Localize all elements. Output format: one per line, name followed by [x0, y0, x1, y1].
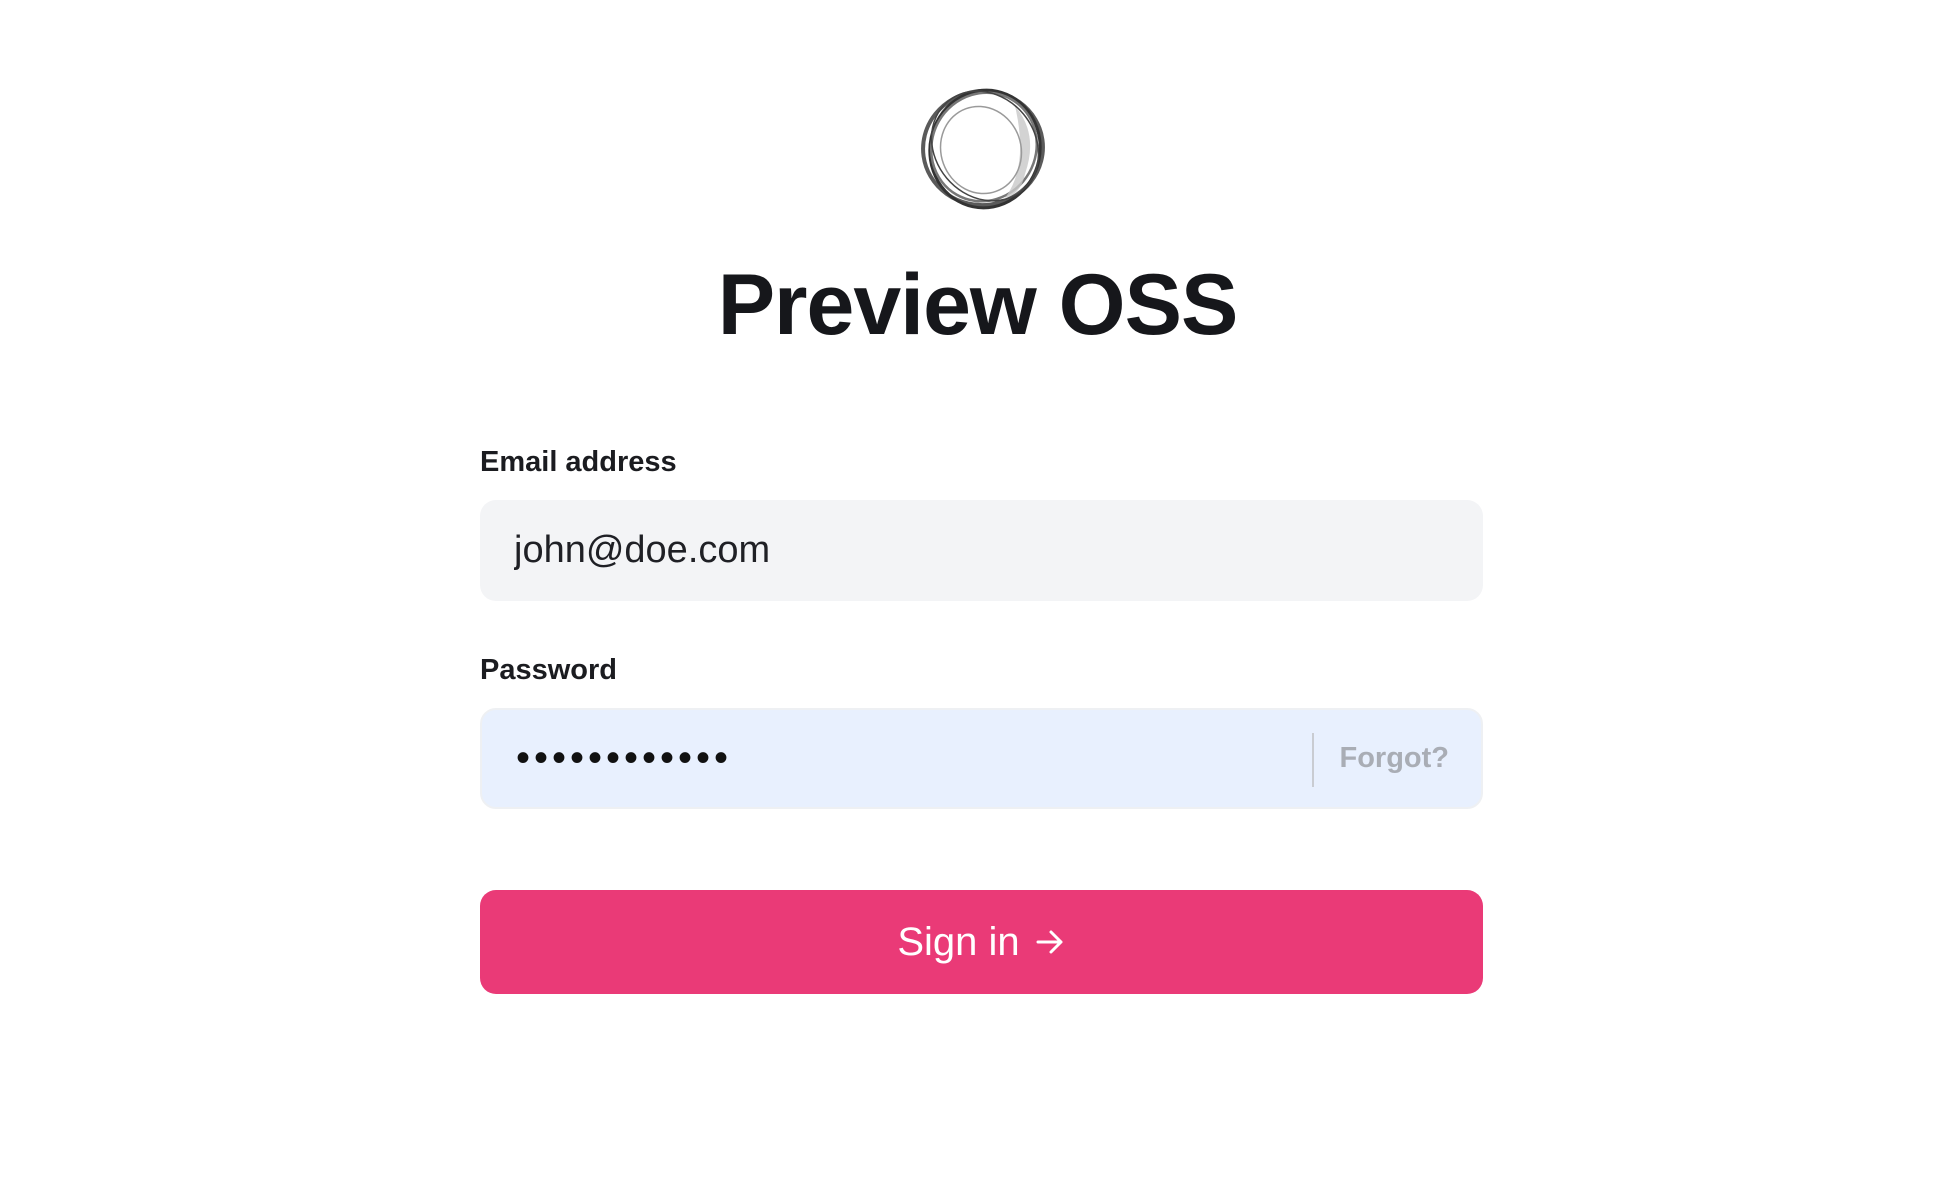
field-divider: [1312, 733, 1314, 787]
email-field-container: [480, 500, 1483, 601]
page-title: Preview OSS: [717, 257, 1239, 353]
password-field[interactable]: [516, 710, 1276, 807]
arrow-right-icon: [1036, 930, 1063, 954]
sign-in-label: Sign in: [897, 919, 1020, 964]
forgot-password-link[interactable]: Forgot?: [1339, 710, 1449, 807]
email-field[interactable]: [514, 500, 1444, 601]
email-label: Email address: [480, 446, 677, 478]
password-field-container: Forgot?: [480, 708, 1483, 809]
login-page: Preview OSS Email address Password Forgo…: [0, 0, 1955, 1193]
password-label: Password: [480, 654, 617, 686]
sign-in-button[interactable]: Sign in: [480, 890, 1483, 994]
ring-logo-icon: [921, 88, 1045, 210]
